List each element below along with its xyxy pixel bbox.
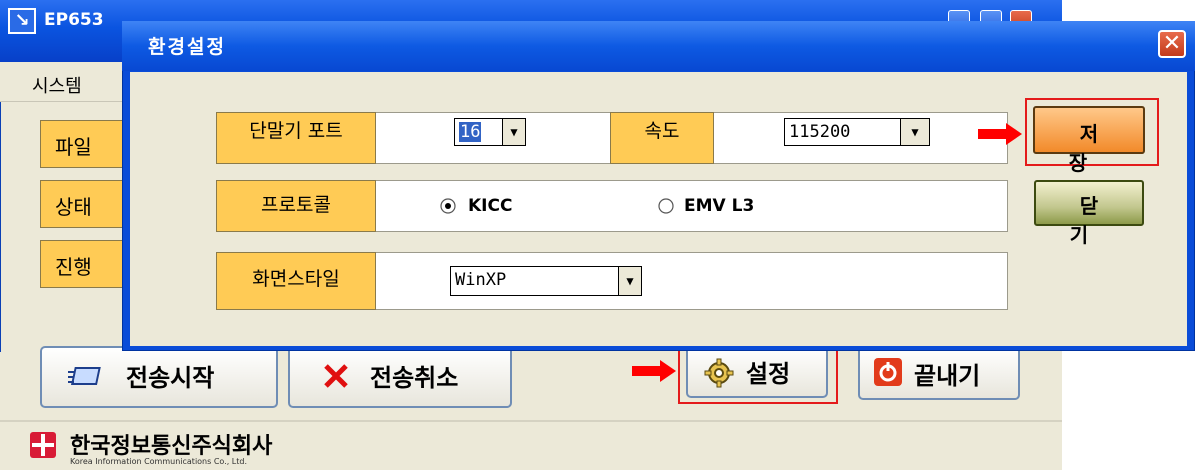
arrow-save-head (1006, 123, 1022, 145)
chevron-down-icon[interactable]: ▼ (502, 119, 525, 145)
app-icon: ↘ (8, 8, 36, 34)
style-select[interactable]: WinXP ▼ (450, 266, 642, 296)
start-transfer-button[interactable]: 전송시작 (40, 346, 278, 408)
save-label: 저 장 (1068, 122, 1121, 175)
exit-label: 끝내기 (914, 362, 981, 390)
dialog-title-bar[interactable] (122, 21, 1195, 71)
radio-emv[interactable] (656, 196, 676, 216)
port-label: 단말기 포트 (216, 112, 376, 164)
progress-label: 진행 (40, 240, 130, 288)
power-icon (874, 358, 902, 386)
settings-button[interactable]: 설정 (686, 346, 828, 398)
cancel-transfer-button[interactable]: 전송취소 (288, 346, 512, 408)
style-label: 화면스타일 (216, 252, 376, 310)
arrow-save (978, 129, 1008, 139)
speed-select[interactable]: 115200 ▼ (784, 118, 930, 146)
status-label: 상태 (40, 180, 130, 228)
company-logo-icon (30, 432, 56, 458)
speed-label: 속도 (610, 112, 714, 164)
arrow-settings-head (660, 360, 676, 382)
x-icon (322, 362, 350, 390)
chevron-down-icon[interactable]: ▼ (900, 119, 929, 145)
radio-kicc-label[interactable]: KICC (468, 196, 512, 216)
main-window-title: EP653 (44, 10, 104, 30)
file-label: 파일 (40, 120, 130, 168)
radio-emv-label[interactable]: EMV L3 (684, 196, 754, 216)
close-button[interactable]: 닫 기 (1034, 180, 1144, 247)
radio-kicc[interactable] (438, 196, 458, 216)
company-name: 한국정보통신주식회사 (70, 434, 273, 459)
company-name-en: Korea Information Communications Co., Lt… (70, 457, 248, 466)
port-select[interactable]: 16 ▼ (454, 118, 526, 146)
exit-button[interactable]: 끝내기 (858, 346, 1020, 400)
menu-item-system[interactable]: 시스템 (32, 72, 82, 98)
protocol-label: 프로토콜 (216, 180, 376, 232)
save-button[interactable]: 저 장 (1033, 106, 1145, 175)
dialog-close-button[interactable]: ✕ (1158, 30, 1186, 58)
dialog-title: 환경설정 (148, 36, 226, 58)
speed-value: 115200 (789, 122, 851, 142)
port-value: 16 (459, 122, 482, 142)
style-value: WinXP (455, 270, 507, 290)
close-label: 닫 기 (1069, 194, 1119, 247)
arrow-settings (632, 366, 660, 376)
gear-icon (704, 358, 734, 388)
cancel-transfer-label: 전송취소 (370, 364, 459, 392)
start-transfer-label: 전송시작 (126, 364, 215, 392)
settings-label: 설정 (746, 360, 791, 388)
chevron-down-icon[interactable]: ▼ (618, 267, 641, 295)
card-icon (68, 366, 104, 388)
